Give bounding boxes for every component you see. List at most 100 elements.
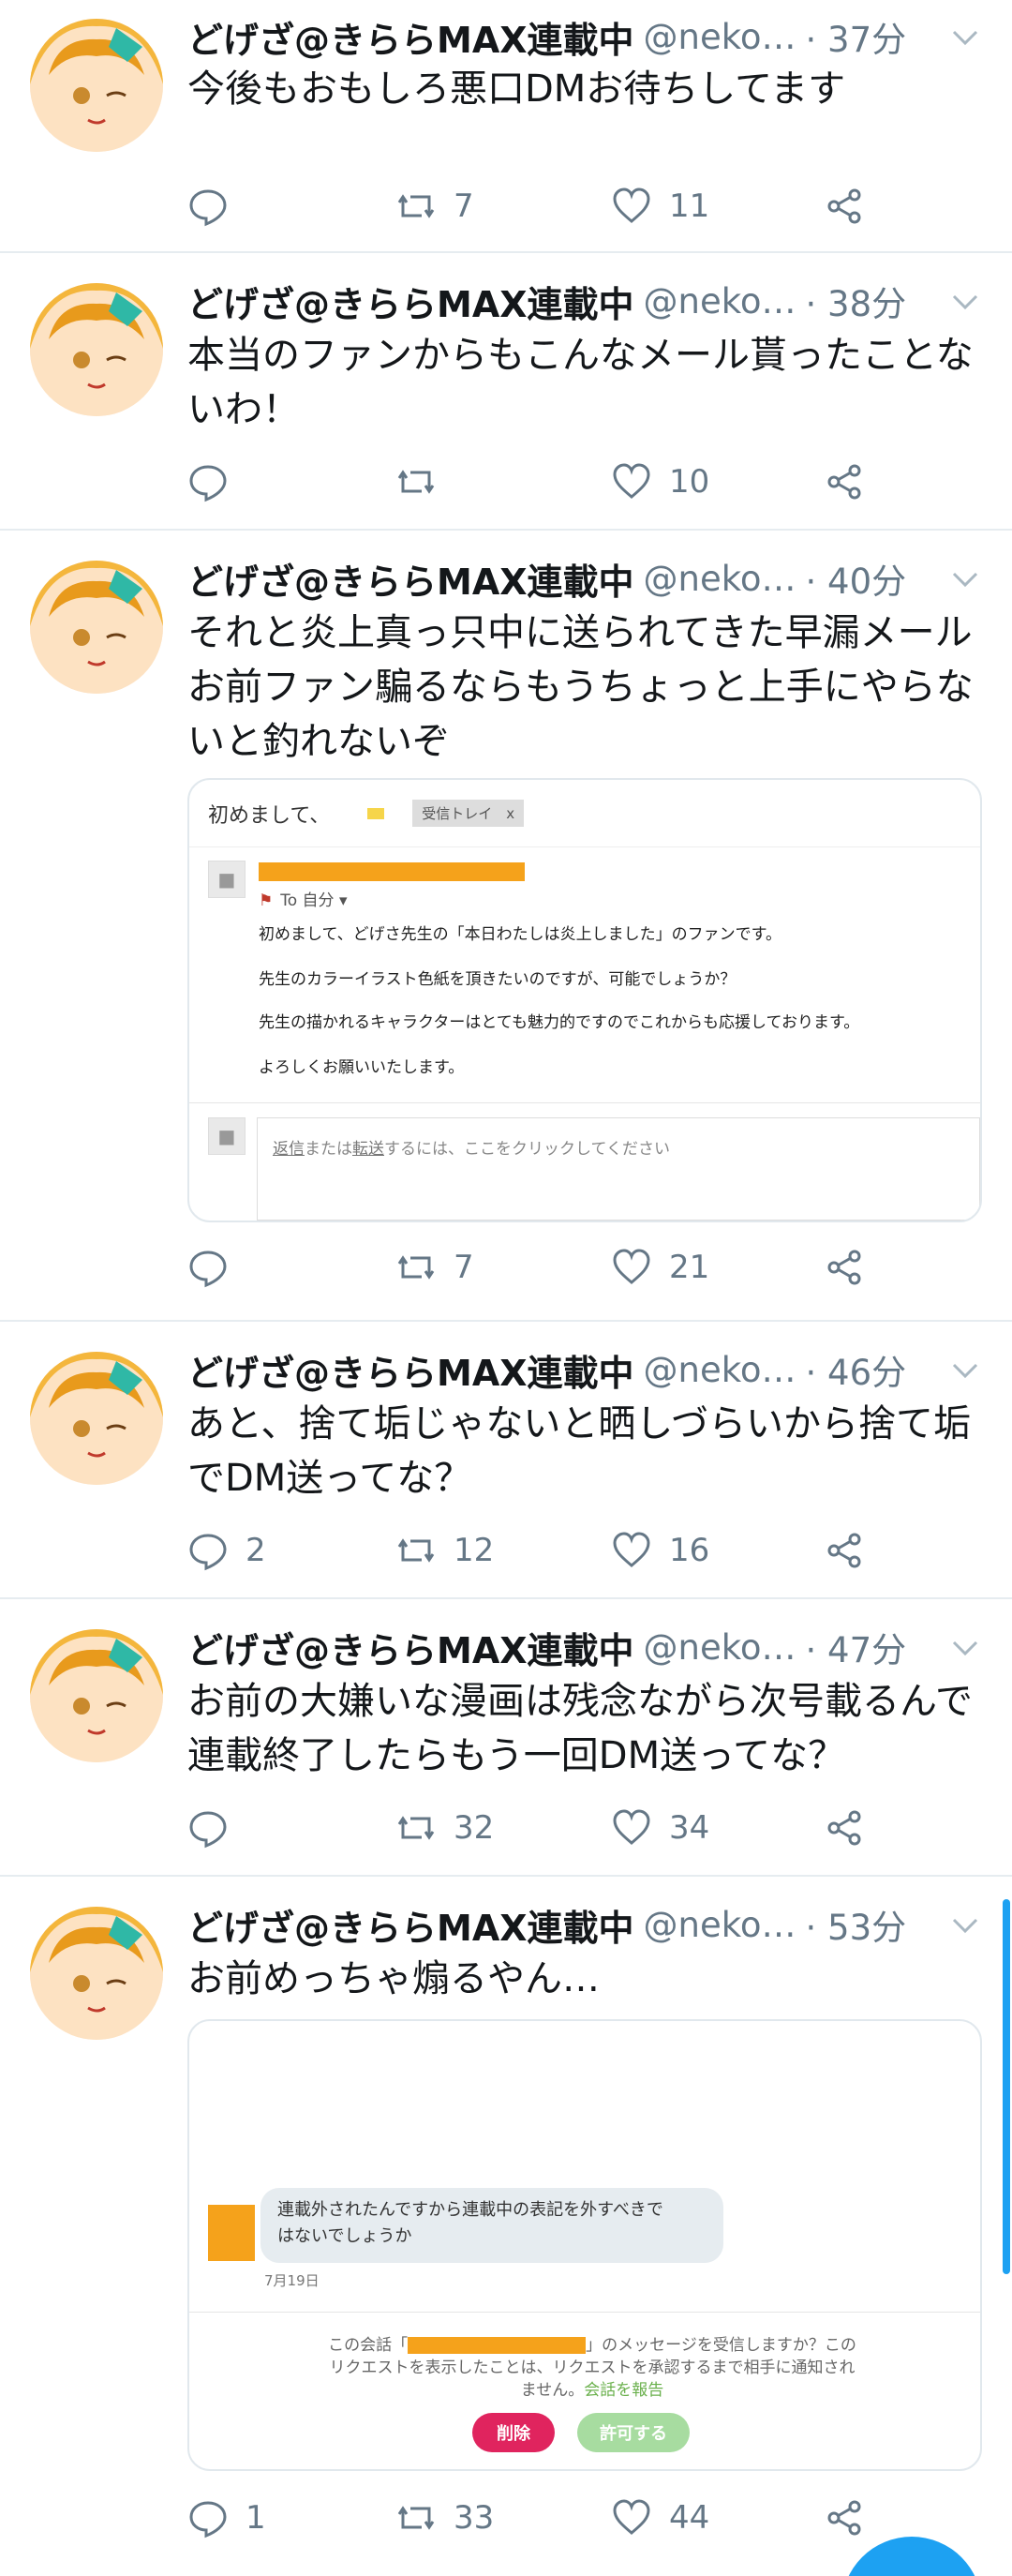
like-button[interactable]: 34: [611, 1800, 709, 1856]
reply-button[interactable]: [187, 1800, 246, 1856]
email-reply-box[interactable]: 返信または転送するには、ここをクリックしてください: [257, 1117, 980, 1221]
timestamp[interactable]: · 53分: [806, 1901, 907, 1948]
dm-screenshot-card[interactable]: 連載外されたんですから連載中の表記を外すべきで はないでしょうか 7月19日 こ…: [187, 2019, 982, 2471]
reply-button[interactable]: 1: [187, 2490, 266, 2546]
tweet-header: どげざ@きららMAX連載中 @neko… · 40分: [187, 555, 984, 602]
dm-date: 7月19日: [264, 2272, 320, 2289]
reply-icon: [189, 2501, 227, 2539]
reply-link[interactable]: 返信: [273, 1140, 305, 1159]
retweet-count: 12: [454, 1532, 495, 1569]
display-name[interactable]: どげざ@きららMAX連載中: [187, 1901, 634, 1949]
reply-icon: [189, 189, 227, 227]
share-icon: [827, 188, 861, 224]
caret-down-icon[interactable]: [946, 561, 984, 598]
tweet[interactable]: どげざ@きららMAX連載中 @neko… · 53分 お前めっちゃ煽るやん… 連…: [0, 1877, 1012, 2570]
like-button[interactable]: 44: [611, 2490, 709, 2546]
retweet-button[interactable]: 7: [395, 178, 474, 234]
tweet[interactable]: どげざ@きららMAX連載中 @neko… · 46分 あと、捨て垢じゃないと晒し…: [0, 1322, 1012, 1599]
handle: @neko…: [643, 558, 796, 599]
like-count: 11: [669, 187, 710, 225]
reply-button[interactable]: 2: [187, 1522, 266, 1579]
like-count: 21: [669, 1249, 710, 1286]
avatar[interactable]: [30, 1352, 163, 1485]
reply-button[interactable]: [187, 454, 246, 510]
reply-icon: [189, 465, 227, 502]
avatar[interactable]: [30, 1629, 163, 1762]
retweet-icon: [397, 1255, 435, 1280]
retweet-button[interactable]: 7: [395, 1239, 474, 1295]
like-button[interactable]: 16: [611, 1522, 709, 1579]
like-button[interactable]: 11: [611, 178, 709, 234]
timestamp[interactable]: · 37分: [806, 13, 907, 60]
dm-message-bubble: 連載外されたんですから連載中の表記を外すべきで はないでしょうか: [260, 2188, 723, 2263]
avatar[interactable]: [30, 19, 163, 152]
share-button[interactable]: [825, 1239, 866, 1295]
retweet-count: 7: [454, 187, 474, 225]
retweet-button[interactable]: [395, 454, 454, 510]
retweet-button[interactable]: 32: [395, 1800, 494, 1856]
handle: @neko…: [643, 1626, 796, 1668]
share-icon: [827, 1250, 861, 1285]
timeline: どげざ@きららMAX連載中 @neko… · 37分 今後もおもしろ悪口DMお待…: [0, 0, 1012, 2570]
tweet-header: どげざ@きららMAX連載中 @neko… · 47分: [187, 1624, 984, 1670]
caret-down-icon[interactable]: [946, 19, 984, 56]
reply-count: 1: [246, 2499, 266, 2537]
tweet-actions: 32 34: [187, 1800, 862, 1856]
avatar[interactable]: [30, 283, 163, 416]
accept-button[interactable]: 許可する: [577, 2413, 690, 2452]
display-name[interactable]: どげざ@きららMAX連載中: [187, 277, 634, 325]
email-body-line: よろしくお願いいたします。: [259, 1058, 465, 1077]
like-icon: [613, 1532, 650, 1567]
share-button[interactable]: [825, 1522, 866, 1579]
timestamp[interactable]: · 46分: [806, 1346, 907, 1393]
handle: @neko…: [643, 1904, 796, 1945]
retweet-button[interactable]: 33: [395, 2490, 494, 2546]
display-name[interactable]: どげざ@きららMAX連載中: [187, 1346, 634, 1394]
flag-icon: ⚑: [259, 891, 274, 910]
reply-icon: [189, 1251, 227, 1288]
like-button[interactable]: 10: [611, 454, 709, 510]
sender-avatar-icon: ■: [208, 861, 246, 898]
reply-button[interactable]: [187, 178, 246, 234]
like-count: 44: [669, 2499, 710, 2537]
caret-down-icon[interactable]: [946, 283, 984, 321]
divider: [189, 1102, 980, 1103]
reply-button[interactable]: [187, 1239, 246, 1295]
tweet-header: どげざ@きららMAX連載中 @neko… · 38分: [187, 277, 984, 324]
email-body-line: 先生のカラーイラスト色紙を頂きたいのですが、可能でしょうか？: [259, 970, 737, 989]
divider: [189, 2312, 980, 2313]
display-name[interactable]: どげざ@きららMAX連載中: [187, 555, 634, 603]
avatar[interactable]: [30, 561, 163, 694]
tweet[interactable]: どげざ@きららMAX連載中 @neko… · 47分 お前の大嫌いな漫画は残念な…: [0, 1599, 1012, 1877]
tweet-header: どげざ@きららMAX連載中 @neko… · 53分: [187, 1901, 984, 1948]
email-screenshot-card[interactable]: 初めまして、 受信トレイ x ■ ⚑ To 自分 ▾ 初めまして、どげさ先生の「本…: [187, 778, 982, 1222]
timestamp[interactable]: · 40分: [806, 555, 907, 602]
share-button[interactable]: [825, 1800, 866, 1856]
avatar[interactable]: [30, 1907, 163, 2040]
forward-link[interactable]: 転送: [352, 1140, 384, 1159]
share-button[interactable]: [825, 2490, 866, 2546]
tweet[interactable]: どげざ@きららMAX連載中 @neko… · 37分 今後もおもしろ悪口DMお待…: [0, 0, 1012, 253]
share-button[interactable]: [825, 178, 866, 234]
share-button[interactable]: [825, 454, 866, 510]
notice-text: 」のメッセージを受信しますか？この: [586, 2336, 856, 2355]
delete-button[interactable]: 削除: [472, 2413, 555, 2452]
scrollbar[interactable]: [1003, 1899, 1010, 2274]
timestamp[interactable]: · 47分: [806, 1624, 907, 1670]
like-button[interactable]: 21: [611, 1239, 709, 1295]
retweet-button[interactable]: 12: [395, 1522, 494, 1579]
report-conversation-link[interactable]: 会話を報告: [584, 2381, 663, 2400]
tweet[interactable]: どげざ@きららMAX連載中 @neko… · 38分 本当のファンからもこんなメ…: [0, 253, 1012, 531]
caret-down-icon[interactable]: [946, 1629, 984, 1667]
redacted-username: [408, 2337, 587, 2354]
display-name[interactable]: どげざ@きららMAX連載中: [187, 13, 634, 61]
display-name[interactable]: どげざ@きららMAX連載中: [187, 1624, 634, 1671]
tweet[interactable]: どげざ@きららMAX連載中 @neko… · 40分 それと炎上真っ只中に送られ…: [0, 531, 1012, 1322]
tweet-actions: 7 11: [187, 178, 862, 234]
tweet-text: あと、捨て垢じゃないと晒しづらいから捨て垢でDM送ってな？: [187, 1402, 971, 1500]
inbox-label: 受信トレイ x: [412, 800, 525, 827]
timestamp[interactable]: · 38分: [806, 277, 907, 324]
caret-down-icon[interactable]: [946, 1907, 984, 1944]
tweet-text: 本当のファンからもこんなメール貰ったことないわ！: [187, 334, 974, 431]
caret-down-icon[interactable]: [946, 1352, 984, 1389]
